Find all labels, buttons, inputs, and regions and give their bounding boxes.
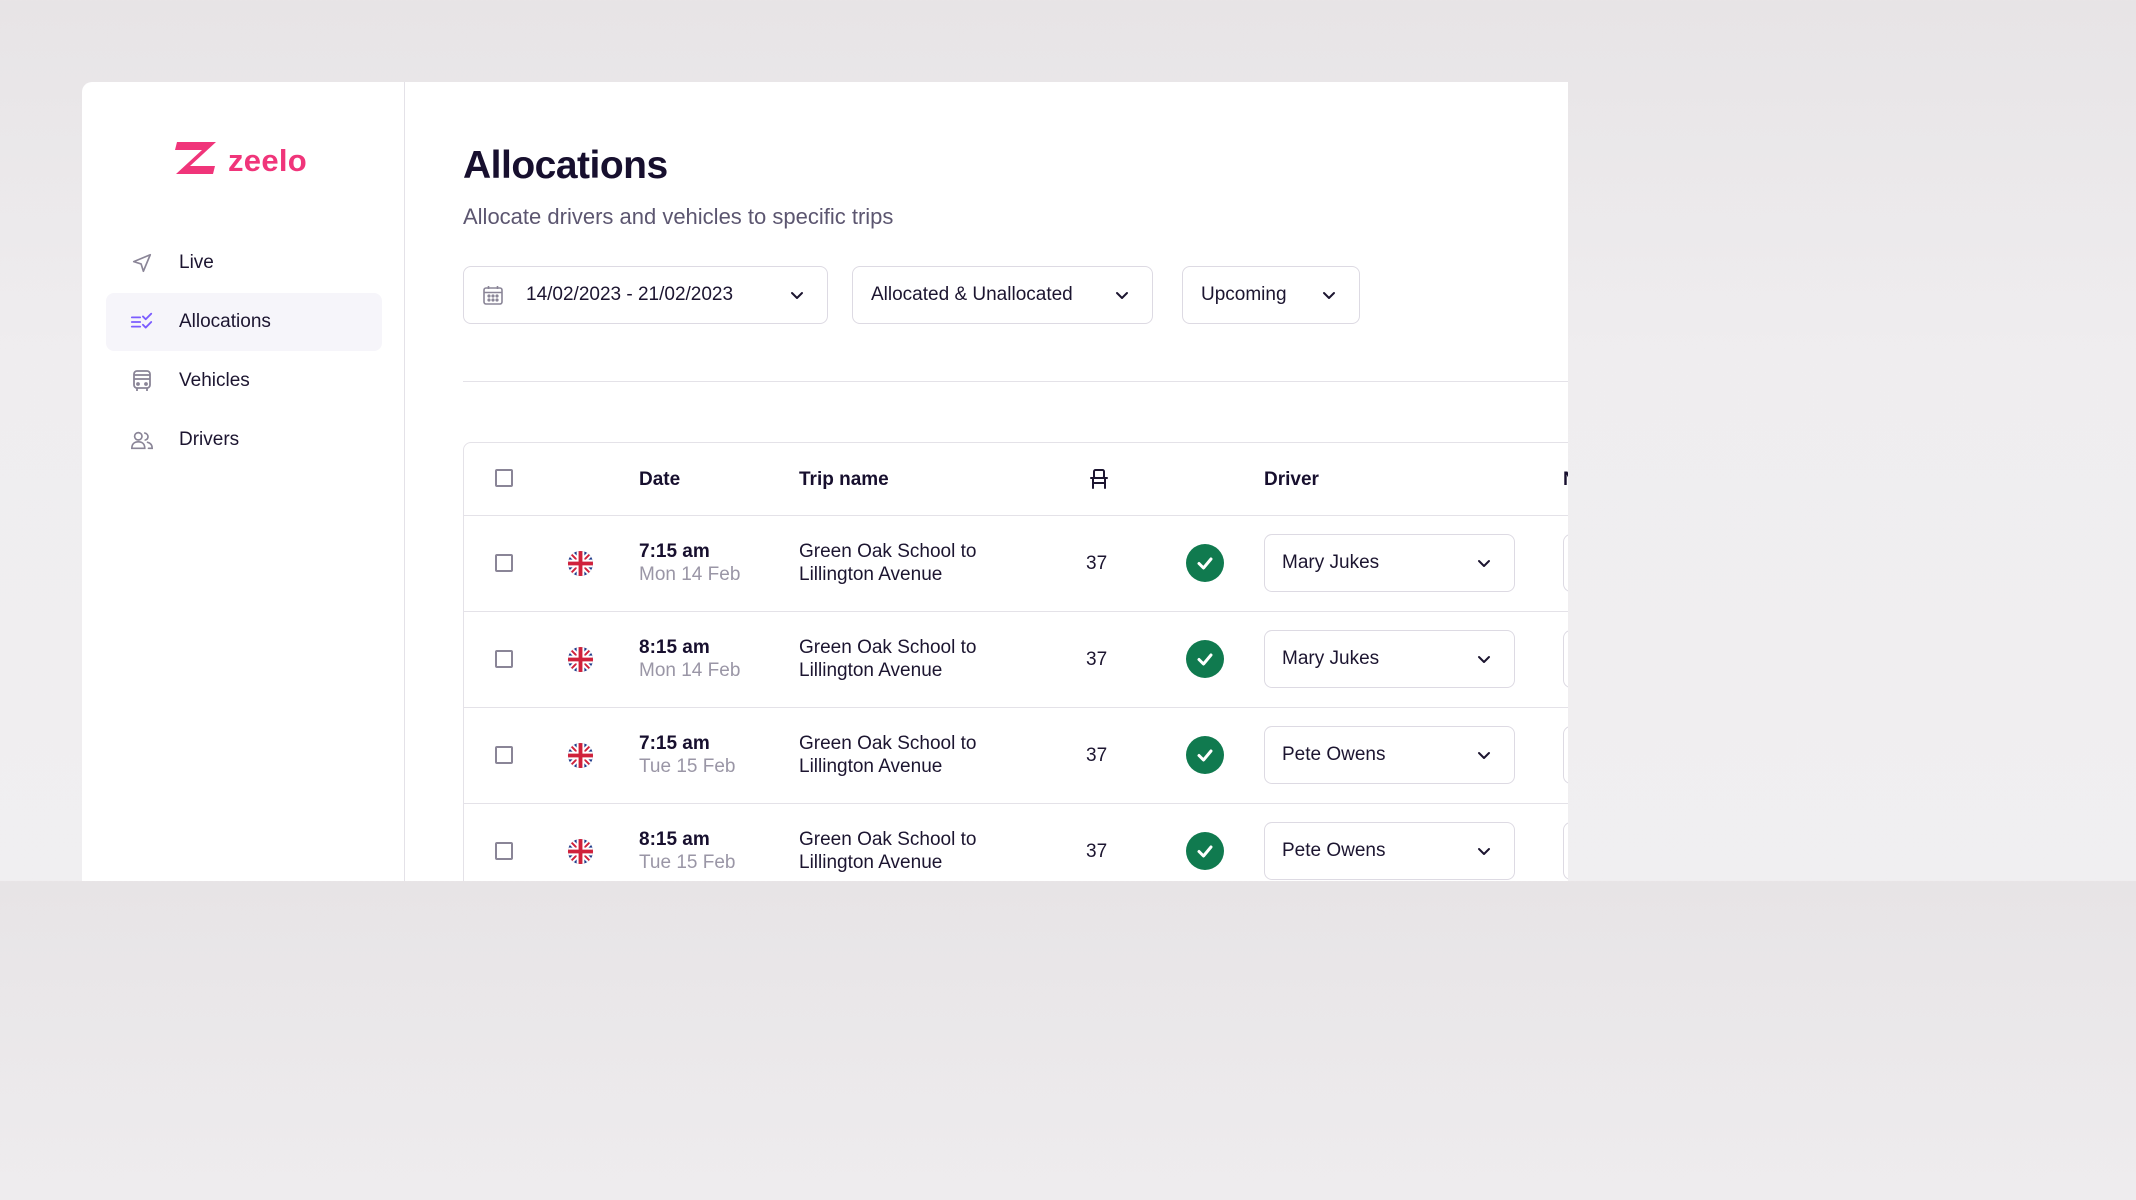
uk-flag-icon: [567, 838, 594, 870]
trip-date: Mon 14 Feb: [639, 660, 741, 681]
vehicle-select[interactable]: [1563, 534, 1568, 592]
trip-time: 8:15 am: [639, 829, 710, 850]
uk-flag-icon: [567, 550, 594, 582]
column-header-next[interactable]: N: [1563, 469, 1568, 491]
table-row[interactable]: 7:15 am Mon 14 Feb Green Oak School to L…: [464, 516, 1568, 612]
sidebar-item-drivers[interactable]: Drivers: [106, 411, 382, 469]
vehicle-select[interactable]: [1563, 822, 1568, 880]
chevron-down-icon: [1321, 287, 1337, 308]
trip-name-line2: Lillington Avenue: [799, 660, 943, 681]
seat-count: 37: [1086, 745, 1108, 766]
date-range-value: 14/02/2023 - 21/02/2023: [526, 284, 734, 305]
driver-select[interactable]: Pete Owens: [1264, 822, 1515, 880]
column-header-trip-name[interactable]: Trip name: [799, 469, 889, 491]
allocation-status-value: Allocated & Unallocated: [871, 284, 1073, 305]
sidebar: zeelo Live Allocations Vehicles Drivers: [82, 82, 405, 881]
bus-icon: [130, 369, 154, 393]
zeelo-logo-text: zeelo: [228, 142, 308, 178]
trip-name-line1: Green Oak School to: [799, 829, 977, 850]
trip-time: 7:15 am: [639, 541, 710, 562]
table-header: Date Trip name Driver N: [464, 443, 1568, 516]
trip-name-line2: Lillington Avenue: [799, 852, 943, 873]
chevron-down-icon: [1476, 651, 1492, 672]
allocated-check-icon: [1186, 544, 1224, 582]
driver-select-value: Pete Owens: [1282, 840, 1386, 861]
driver-select[interactable]: Mary Jukes: [1264, 630, 1515, 688]
row-checkbox[interactable]: [495, 746, 513, 764]
seat-icon: [1088, 468, 1110, 495]
sidebar-item-label: Live: [179, 252, 214, 273]
seat-count: 37: [1086, 841, 1108, 862]
uk-flag-icon: [567, 646, 594, 678]
driver-select-value: Pete Owens: [1282, 744, 1386, 765]
page-subtitle: Allocate drivers and vehicles to specifi…: [463, 204, 894, 229]
vehicle-select[interactable]: [1563, 726, 1568, 784]
time-scope-value: Upcoming: [1201, 284, 1287, 305]
table-row[interactable]: 7:15 am Tue 15 Feb Green Oak School to L…: [464, 708, 1568, 804]
seat-count: 37: [1086, 649, 1108, 670]
trip-name-line2: Lillington Avenue: [799, 564, 943, 585]
sidebar-item-vehicles[interactable]: Vehicles: [106, 352, 382, 410]
row-checkbox[interactable]: [495, 554, 513, 572]
sidebar-item-label: Allocations: [179, 311, 271, 332]
chevron-down-icon: [1476, 843, 1492, 864]
calendar-icon: [482, 284, 504, 306]
trip-date: Tue 15 Feb: [639, 852, 736, 873]
allocated-check-icon: [1186, 832, 1224, 870]
allocations-table: Date Trip name Driver N: [463, 442, 1568, 881]
select-all-checkbox[interactable]: [495, 469, 513, 487]
zeelo-logo-mark-icon: [174, 140, 218, 181]
sidebar-item-label: Vehicles: [179, 370, 250, 391]
sidebar-item-allocations[interactable]: Allocations: [106, 293, 382, 351]
driver-select[interactable]: Mary Jukes: [1264, 534, 1515, 592]
zeelo-logo[interactable]: zeelo: [174, 140, 307, 181]
date-range-filter[interactable]: 14/02/2023 - 21/02/2023: [463, 266, 828, 324]
sidebar-item-label: Drivers: [179, 429, 240, 450]
trip-time: 7:15 am: [639, 733, 710, 754]
list-check-icon: [130, 310, 154, 334]
users-icon: [130, 428, 154, 452]
sidebar-item-live[interactable]: Live: [106, 234, 382, 292]
table-row[interactable]: 8:15 am Mon 14 Feb Green Oak School to L…: [464, 612, 1568, 708]
send-icon: [130, 251, 154, 275]
trip-name-line2: Lillington Avenue: [799, 756, 943, 777]
main-content: Allocations Allocate drivers and vehicle…: [405, 82, 1568, 881]
time-scope-filter[interactable]: Upcoming: [1182, 266, 1360, 324]
trip-date: Tue 15 Feb: [639, 756, 736, 777]
trip-date: Mon 14 Feb: [639, 564, 741, 585]
driver-select[interactable]: Pete Owens: [1264, 726, 1515, 784]
trip-name-line1: Green Oak School to: [799, 733, 977, 754]
column-header-driver[interactable]: Driver: [1264, 469, 1319, 491]
uk-flag-icon: [567, 742, 594, 774]
divider: [463, 381, 1568, 382]
page-title: Allocations: [463, 144, 668, 187]
row-checkbox[interactable]: [495, 842, 513, 860]
sidebar-nav: Live Allocations Vehicles Drivers: [106, 234, 382, 470]
trip-name-line1: Green Oak School to: [799, 541, 977, 562]
row-checkbox[interactable]: [495, 650, 513, 668]
chevron-down-icon: [1476, 555, 1492, 576]
chevron-down-icon: [1114, 287, 1130, 308]
driver-select-value: Mary Jukes: [1282, 552, 1380, 573]
chevron-down-icon: [789, 287, 805, 308]
chevron-down-icon: [1476, 747, 1492, 768]
app-window: zeelo Live Allocations Vehicles Drivers …: [82, 82, 1568, 881]
table-row[interactable]: 8:15 am Tue 15 Feb Green Oak School to L…: [464, 804, 1568, 881]
column-header-date[interactable]: Date: [639, 469, 680, 491]
trip-name-line1: Green Oak School to: [799, 637, 977, 658]
seat-count: 37: [1086, 553, 1108, 574]
allocated-check-icon: [1186, 736, 1224, 774]
allocation-status-filter[interactable]: Allocated & Unallocated: [852, 266, 1153, 324]
trip-time: 8:15 am: [639, 637, 710, 658]
driver-select-value: Mary Jukes: [1282, 648, 1380, 669]
allocated-check-icon: [1186, 640, 1224, 678]
vehicle-select[interactable]: [1563, 630, 1568, 688]
